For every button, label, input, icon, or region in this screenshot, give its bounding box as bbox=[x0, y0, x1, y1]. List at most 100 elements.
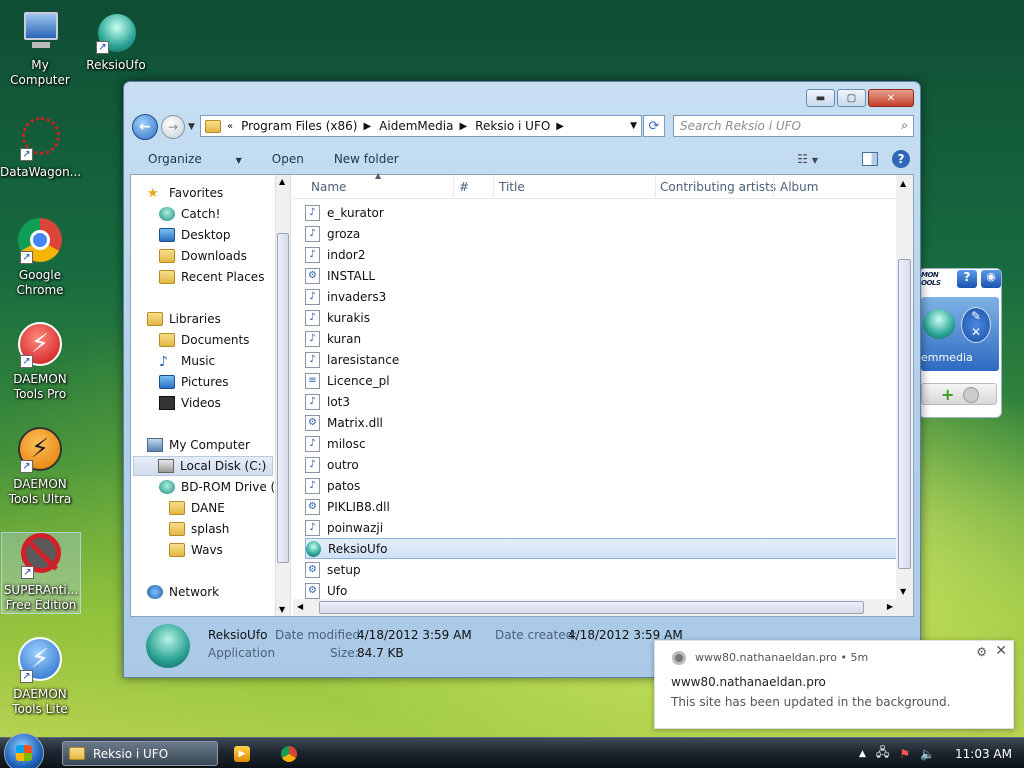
nav-bdrom-drive[interactable]: BD-ROM Drive (E bbox=[159, 477, 283, 497]
nav-network[interactable]: Network bbox=[147, 582, 219, 602]
scroll-right-icon[interactable]: ▶ bbox=[887, 602, 893, 611]
file-row[interactable]: ReksioUfo bbox=[305, 538, 901, 559]
nav-catch[interactable]: Catch! bbox=[159, 204, 220, 224]
file-row[interactable]: ⚙ INSTALL bbox=[305, 265, 901, 286]
browser-notification[interactable]: www80.nathanaeldan.pro • 5m ⚙ ✕ www80.na… bbox=[654, 640, 1014, 729]
desktop-icon-my-computer[interactable]: My Computer bbox=[0, 8, 80, 88]
show-hidden-icons-icon[interactable]: ▲ bbox=[859, 749, 866, 759]
rss-icon[interactable]: ◉ bbox=[981, 270, 1001, 288]
daemon-tools-gadget[interactable]: MON OOLS ? ◉ ✎ ✕ emmedia + bbox=[918, 268, 1002, 418]
nav-videos[interactable]: Videos bbox=[159, 393, 221, 413]
desktop-icon-daemon-tools-lite[interactable]: ⚡ ↗ DAEMON Tools Lite bbox=[0, 637, 80, 717]
file-row[interactable]: ♪ milosc bbox=[305, 433, 901, 454]
nav-downloads[interactable]: Downloads bbox=[159, 246, 247, 266]
file-row[interactable]: ⚙ PIKLIB8.dll bbox=[305, 496, 901, 517]
file-list-horizontal-scrollbar[interactable]: ◀ ▶ bbox=[293, 599, 913, 616]
column-name[interactable]: Name bbox=[311, 180, 346, 194]
nav-music[interactable]: ♪ Music bbox=[159, 351, 215, 371]
nav-scrollbar[interactable]: ▲ ▼ bbox=[275, 175, 290, 616]
file-row[interactable]: ♪ indor2 bbox=[305, 244, 901, 265]
wrench-icon[interactable]: ✎ ✕ bbox=[961, 307, 991, 343]
vertical-scrollbar-thumb[interactable] bbox=[898, 259, 911, 569]
nav-favorites[interactable]: ★ Favorites bbox=[147, 183, 223, 203]
file-list-vertical-scrollbar[interactable]: ▲ ▼ bbox=[896, 175, 913, 600]
file-row[interactable]: ⚙ setup bbox=[305, 559, 901, 580]
scroll-left-icon[interactable]: ◀ bbox=[297, 602, 303, 611]
nav-folder-dane[interactable]: DANE bbox=[169, 498, 225, 518]
desktop-icon-google-chrome[interactable]: ↗ Google Chrome bbox=[0, 218, 80, 298]
file-row[interactable]: ♪ lot3 bbox=[305, 391, 901, 412]
breadcrumb-item[interactable]: Program Files (x86) bbox=[241, 119, 357, 133]
scroll-down-icon[interactable]: ▼ bbox=[279, 605, 285, 614]
nav-my-computer[interactable]: My Computer bbox=[147, 435, 250, 455]
volume-icon[interactable]: 🔈 bbox=[920, 747, 935, 761]
file-row[interactable]: ⚙ Ufo bbox=[305, 580, 901, 601]
breadcrumb-arrow-icon[interactable]: ▶ bbox=[363, 121, 371, 132]
column-contributing-artists[interactable]: Contributing artists bbox=[660, 180, 776, 194]
breadcrumb-arrow-icon[interactable]: ▶ bbox=[556, 121, 564, 132]
clock[interactable]: 11:03 AM bbox=[955, 747, 1012, 761]
refresh-button[interactable]: ⟳ bbox=[643, 115, 665, 137]
organize-button[interactable]: Organize ▼ bbox=[148, 152, 242, 166]
file-row[interactable]: ♪ kurakis bbox=[305, 307, 901, 328]
desktop-icon-datawagon[interactable]: ↗ DataWagon... bbox=[0, 115, 81, 180]
preview-pane-icon[interactable] bbox=[862, 152, 878, 166]
desktop-icon-daemon-tools-ultra[interactable]: ⚡ ↗ DAEMON Tools Ultra bbox=[0, 427, 80, 507]
scroll-down-icon[interactable]: ▼ bbox=[900, 587, 906, 596]
open-button[interactable]: Open bbox=[272, 152, 304, 166]
file-row[interactable]: ♪ groza bbox=[305, 223, 901, 244]
breadcrumb-item[interactable]: AidemMedia bbox=[379, 119, 453, 133]
lock-icon[interactable] bbox=[963, 387, 979, 403]
file-row[interactable]: ≡ Licence_pl bbox=[305, 370, 901, 391]
help-button[interactable]: ? bbox=[892, 150, 910, 168]
new-folder-button[interactable]: New folder bbox=[334, 152, 399, 166]
view-options-icon[interactable]: ☷ ▼ bbox=[797, 152, 848, 166]
desktop-icon-superantispyware[interactable]: ↗ SUPERAnti... Free Edition bbox=[1, 532, 81, 614]
back-button[interactable]: ← bbox=[132, 114, 158, 140]
nav-scrollbar-thumb[interactable] bbox=[277, 233, 289, 563]
chrome-icon[interactable] bbox=[281, 746, 297, 762]
recent-pages-dropdown[interactable]: ▼ bbox=[188, 122, 195, 132]
column-number[interactable]: # bbox=[459, 180, 469, 194]
file-row[interactable]: ♪ kuran bbox=[305, 328, 901, 349]
breadcrumb-item[interactable]: Reksio i UFO bbox=[475, 119, 550, 133]
file-row[interactable]: ♪ laresistance bbox=[305, 349, 901, 370]
network-status-icon[interactable]: 🖧 bbox=[876, 743, 889, 764]
add-icon[interactable]: + bbox=[941, 385, 954, 404]
address-dropdown-icon[interactable]: ▼ bbox=[630, 121, 637, 131]
scroll-up-icon[interactable]: ▲ bbox=[900, 179, 906, 188]
explorer-window[interactable]: ▬ ▢ ✕ ← → ▼ « Program Files (x86) ▶ Aide… bbox=[123, 81, 921, 678]
start-button[interactable] bbox=[4, 733, 44, 768]
horizontal-scrollbar-thumb[interactable] bbox=[319, 601, 864, 614]
file-row[interactable]: ♪ patos bbox=[305, 475, 901, 496]
desktop-icon-daemon-tools-pro[interactable]: ⚡ ↗ DAEMON Tools Pro bbox=[0, 322, 80, 402]
media-player-icon[interactable]: ▶ bbox=[234, 746, 250, 762]
forward-button[interactable]: → bbox=[161, 115, 185, 139]
nav-recent-places[interactable]: Recent Places bbox=[159, 267, 264, 287]
help-icon[interactable]: ? bbox=[957, 270, 977, 288]
nav-libraries[interactable]: Libraries bbox=[147, 309, 221, 329]
settings-icon[interactable]: ⚙ bbox=[976, 645, 987, 659]
file-row[interactable]: ♪ outro bbox=[305, 454, 901, 475]
maximize-button[interactable]: ▢ bbox=[837, 89, 866, 107]
nav-desktop[interactable]: Desktop bbox=[159, 225, 231, 245]
taskbar-explorer-button[interactable]: Reksio i UFO bbox=[62, 741, 218, 766]
file-row[interactable]: ♪ e_kurator bbox=[305, 202, 901, 223]
nav-folder-splash[interactable]: splash bbox=[169, 519, 229, 539]
close-button[interactable]: ✕ bbox=[868, 89, 914, 107]
column-album[interactable]: Album bbox=[780, 180, 818, 194]
nav-local-disk[interactable]: Local Disk (C:) bbox=[133, 456, 273, 476]
close-icon[interactable]: ✕ bbox=[995, 643, 1007, 659]
breadcrumb-arrow-icon[interactable]: ▶ bbox=[459, 121, 467, 132]
file-row[interactable]: ⚙ Matrix.dll bbox=[305, 412, 901, 433]
search-input[interactable]: Search Reksio i UFO ⌕ bbox=[673, 115, 914, 137]
nav-documents[interactable]: Documents bbox=[159, 330, 249, 350]
nav-folder-wavs[interactable]: Wavs bbox=[169, 540, 223, 560]
security-alert-icon[interactable]: ⚑ bbox=[899, 747, 910, 761]
breadcrumb-overflow-icon[interactable]: « bbox=[227, 121, 233, 132]
scroll-up-icon[interactable]: ▲ bbox=[279, 177, 285, 186]
column-title[interactable]: Title bbox=[499, 180, 525, 194]
desktop-icon-reksioufo[interactable]: ↗ ReksioUfo bbox=[76, 8, 156, 73]
address-bar[interactable]: « Program Files (x86) ▶ AidemMedia ▶ Rek… bbox=[200, 115, 642, 137]
search-icon[interactable]: ⌕ bbox=[901, 118, 908, 133]
